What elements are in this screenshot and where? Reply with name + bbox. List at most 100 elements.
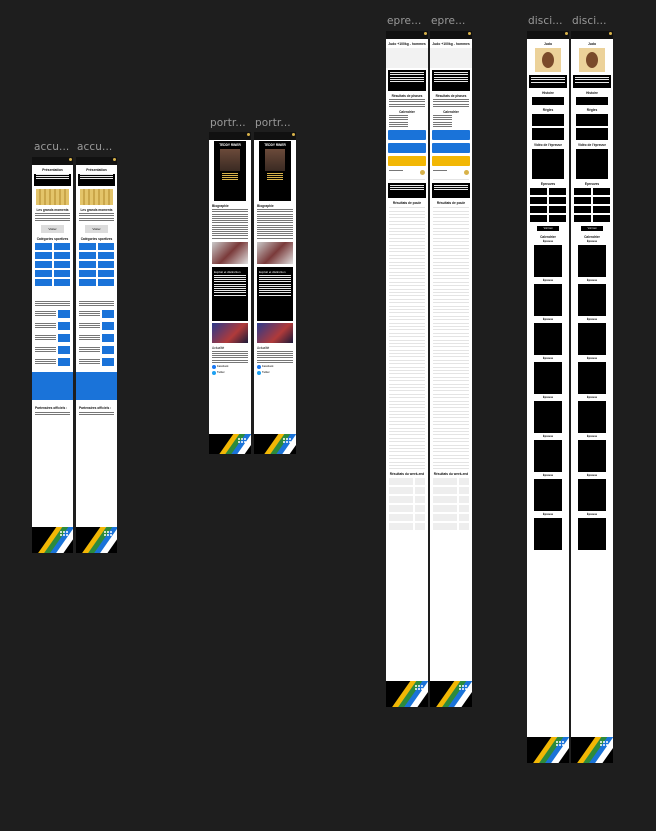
portrait-frame[interactable]: TEDDY RINER Biographie Exploit et distin…	[209, 132, 251, 454]
news-thumb[interactable]	[102, 310, 114, 319]
category-tile[interactable]	[53, 269, 70, 277]
event-tile[interactable]	[593, 215, 610, 222]
phase-banner[interactable]	[388, 155, 426, 166]
frame-label-portrait-2[interactable]: portr...	[255, 117, 291, 129]
news-thumb[interactable]	[58, 334, 70, 343]
twitter-label[interactable]: Twitter	[217, 371, 225, 374]
category-tile[interactable]	[35, 269, 52, 277]
event-card[interactable]	[534, 284, 562, 316]
portrait-frame[interactable]: TEDDY RINER Biographie Exploit et distin…	[254, 132, 296, 454]
discipline-frame[interactable]: Judo Histoire Règles Vidéo de l'épreuve …	[527, 31, 569, 763]
event-card[interactable]	[578, 362, 606, 394]
accueil-frame[interactable]: Présentation Les grands moments Visiter …	[76, 157, 117, 553]
news-thumb[interactable]	[58, 358, 70, 367]
see-all-button[interactable]: Voir tout	[537, 226, 559, 231]
phase-banner[interactable]	[432, 155, 470, 166]
event-card[interactable]	[578, 479, 606, 511]
event-card[interactable]	[534, 479, 562, 511]
category-tile[interactable]	[97, 278, 114, 286]
frame-label-accueil-2[interactable]: accu...	[77, 141, 112, 153]
event-card[interactable]	[534, 401, 562, 433]
event-tile[interactable]	[593, 206, 610, 213]
epreuve-frame[interactable]: Judo +100kg - hommes Résultats de phases…	[430, 31, 472, 707]
event-tile[interactable]	[593, 197, 610, 204]
event-tile[interactable]	[530, 215, 547, 222]
news-thumb[interactable]	[58, 310, 70, 319]
category-tile[interactable]	[97, 269, 114, 277]
category-tile[interactable]	[97, 242, 114, 250]
news-thumb[interactable]	[58, 322, 70, 331]
frame-label-accueil-1[interactable]: accu...	[34, 141, 69, 153]
category-tile[interactable]	[35, 278, 52, 286]
event-tile[interactable]	[530, 188, 547, 195]
news-thumb[interactable]	[58, 346, 70, 355]
category-tile[interactable]	[35, 260, 52, 268]
category-tile[interactable]	[35, 251, 52, 259]
phase-banner[interactable]	[388, 129, 426, 140]
news-thumb[interactable]	[102, 346, 114, 355]
facebook-label[interactable]: Facebook	[262, 365, 273, 368]
frame-label-epreuve-1[interactable]: epre...	[387, 15, 421, 27]
event-card[interactable]	[534, 440, 562, 472]
event-card[interactable]	[534, 323, 562, 355]
news-thumb[interactable]	[102, 334, 114, 343]
category-tile[interactable]	[79, 251, 96, 259]
category-tile[interactable]	[53, 260, 70, 268]
category-tile[interactable]	[79, 260, 96, 268]
news-thumb[interactable]	[102, 322, 114, 331]
category-tile[interactable]	[97, 251, 114, 259]
video-player[interactable]	[532, 149, 564, 179]
discipline-frame[interactable]: Judo Histoire Règles Vidéo de l'épreuve …	[571, 31, 613, 763]
event-tile[interactable]	[549, 188, 566, 195]
event-tile[interactable]	[530, 206, 547, 213]
cta-banner[interactable]	[76, 372, 117, 401]
event-tile[interactable]	[549, 197, 566, 204]
category-tile[interactable]	[79, 242, 96, 250]
event-card[interactable]	[578, 401, 606, 433]
phase-banner[interactable]	[432, 129, 470, 140]
event-tile[interactable]	[549, 215, 566, 222]
event-card[interactable]	[534, 362, 562, 394]
facebook-icon[interactable]	[257, 364, 261, 369]
accueil-frame[interactable]: Présentation Les grands moments Visiter …	[32, 157, 73, 553]
category-tile[interactable]	[53, 278, 70, 286]
twitter-icon[interactable]	[212, 370, 216, 375]
see-all-button[interactable]: Voir tout	[581, 226, 603, 231]
frame-label-discipline-2[interactable]: disci...	[572, 15, 607, 27]
event-card[interactable]	[578, 323, 606, 355]
event-tile[interactable]	[593, 188, 610, 195]
event-card[interactable]	[578, 440, 606, 472]
facebook-icon[interactable]	[212, 364, 216, 369]
epreuve-frame[interactable]: Judo +100kg - hommes Résultats de phases…	[386, 31, 428, 707]
event-card[interactable]	[534, 518, 562, 550]
cta-banner[interactable]	[32, 372, 73, 401]
event-tile[interactable]	[549, 206, 566, 213]
twitter-label[interactable]: Twitter	[262, 371, 270, 374]
event-tile[interactable]	[574, 215, 591, 222]
event-tile[interactable]	[530, 197, 547, 204]
event-tile[interactable]	[574, 197, 591, 204]
event-card[interactable]	[534, 245, 562, 277]
facebook-label[interactable]: Facebook	[217, 365, 228, 368]
category-tile[interactable]	[53, 242, 70, 250]
frame-label-portrait-1[interactable]: portr...	[210, 117, 246, 129]
video-player[interactable]	[576, 149, 608, 179]
category-tile[interactable]	[97, 260, 114, 268]
frame-label-epreuve-2[interactable]: epre...	[431, 15, 465, 27]
category-tile[interactable]	[79, 278, 96, 286]
event-card[interactable]	[578, 245, 606, 277]
visit-button[interactable]: Visiter	[85, 224, 108, 233]
event-tile[interactable]	[574, 188, 591, 195]
category-tile[interactable]	[53, 251, 70, 259]
phase-banner[interactable]	[388, 142, 426, 153]
event-card[interactable]	[578, 518, 606, 550]
category-tile[interactable]	[35, 242, 52, 250]
event-card[interactable]	[578, 284, 606, 316]
twitter-icon[interactable]	[257, 370, 261, 375]
event-tile[interactable]	[574, 206, 591, 213]
frame-label-discipline-1[interactable]: disci...	[528, 15, 563, 27]
category-tile[interactable]	[79, 269, 96, 277]
news-thumb[interactable]	[102, 358, 114, 367]
visit-button[interactable]: Visiter	[41, 224, 64, 233]
phase-banner[interactable]	[432, 142, 470, 153]
